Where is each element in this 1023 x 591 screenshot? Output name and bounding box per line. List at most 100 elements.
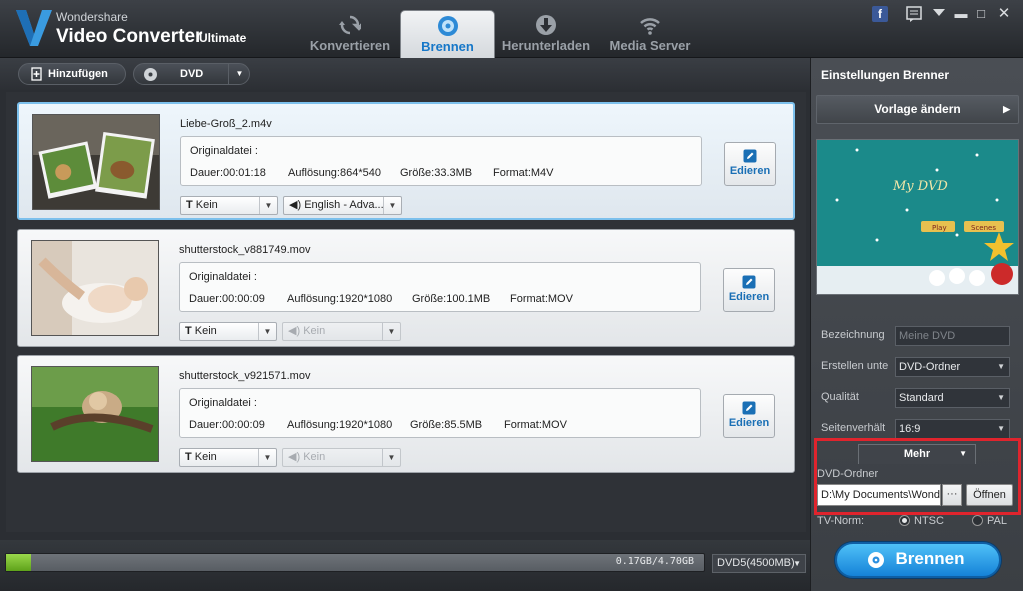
brand-product: Video Converter — [56, 26, 203, 47]
open-folder-label: Öffnen — [973, 489, 1006, 501]
burn-button[interactable]: Brennen — [835, 542, 1001, 578]
original-file-label: Originaldatei : — [190, 145, 258, 157]
maximize-icon[interactable]: □ — [970, 4, 992, 24]
audio-value: English - Adva... — [304, 199, 384, 211]
audio-dropdown: ◀) Kein ▼ — [282, 322, 401, 341]
dvd-folder-path-value: D:\My Documents\Wonde — [821, 489, 941, 501]
facebook-icon[interactable]: f — [872, 6, 888, 22]
video-thumbnail[interactable] — [31, 366, 159, 462]
duration-value: Dauer:00:00:09 — [189, 419, 265, 431]
list-item[interactable]: shutterstock_v881749.mov Originaldatei :… — [17, 229, 795, 347]
disc-usage-fill — [6, 554, 32, 571]
size-value: Größe:85.5MB — [410, 419, 483, 431]
feedback-icon[interactable] — [906, 6, 922, 22]
disc-type-label: DVD — [180, 68, 204, 80]
resolution-value: Auflösung:864*540 — [288, 167, 381, 179]
chevron-right-icon: ▶ — [1003, 104, 1010, 114]
edit-button[interactable]: Edieren — [724, 142, 776, 186]
format-value: Format:MOV — [510, 293, 573, 305]
disc-name-placeholder: Meine DVD — [899, 330, 956, 342]
menu-icon[interactable] — [932, 8, 946, 20]
resolution-value: Auflösung:1920*1080 — [287, 293, 393, 305]
more-options-toggle[interactable]: Mehr ▼ — [858, 444, 976, 464]
disc-icon — [437, 16, 458, 36]
dvd-folder-label: DVD-Ordner — [817, 468, 879, 480]
edit-icon — [742, 401, 756, 415]
chevron-down-icon: ▼ — [997, 362, 1005, 371]
brand-edition: Ultimate — [199, 31, 247, 45]
tab-label: Herunterladen — [501, 38, 591, 53]
subtitle-dropdown[interactable]: T Kein ▼ — [180, 196, 278, 215]
quality-dropdown[interactable]: Standard ▼ — [895, 388, 1010, 408]
chevron-down-icon: ▼ — [383, 197, 401, 214]
pal-radio[interactable] — [972, 515, 983, 526]
format-value: Format:M4V — [493, 167, 554, 179]
preview-play-label: Play — [932, 224, 947, 232]
tab-brennen[interactable]: Brennen — [400, 10, 495, 58]
close-icon[interactable]: ✕ — [993, 4, 1015, 24]
disc-name-input[interactable]: Meine DVD — [895, 326, 1010, 346]
disc-type-dropdown[interactable]: DVD ▼ — [133, 63, 250, 85]
minimize-icon[interactable]: ▬ — [950, 4, 972, 24]
duration-value: Dauer:00:01:18 — [190, 167, 266, 179]
output-type-value: DVD-Ordner — [899, 361, 961, 373]
browse-button[interactable]: ··· — [942, 484, 962, 506]
file-name: shutterstock_v921571.mov — [179, 370, 311, 382]
add-files-button[interactable]: Hinzufügen — [18, 63, 126, 85]
chevron-down-icon: ▼ — [959, 449, 967, 458]
edit-button[interactable]: Edieren — [723, 394, 775, 438]
aspect-ratio-value: 16:9 — [899, 423, 921, 435]
list-item[interactable]: Liebe-Groß_2.m4v Originaldatei : Dauer:0… — [17, 102, 795, 220]
speaker-icon: ◀) — [288, 451, 304, 463]
chevron-down-icon: ▼ — [258, 449, 276, 466]
aspect-ratio-label: Seitenverhält — [821, 422, 886, 434]
chevron-down-icon: ▼ — [382, 323, 400, 340]
list-item[interactable]: shutterstock_v921571.mov Originaldatei :… — [17, 355, 795, 473]
status-bar: 0.17GB/4.70GB DVD5(4500MB) ▼ — [0, 540, 810, 591]
burn-label: Brennen — [895, 549, 965, 568]
browse-label: ··· — [946, 488, 958, 500]
original-file-label: Originaldatei : — [189, 271, 257, 283]
dvd-folder-path-input[interactable]: D:\My Documents\Wonde — [817, 484, 941, 506]
subtitle-value: Kein — [194, 451, 217, 463]
audio-dropdown[interactable]: ◀) English - Adva... ▼ — [283, 196, 402, 215]
aspect-ratio-dropdown[interactable]: 16:9 ▼ — [895, 419, 1010, 439]
disc-capacity-value: DVD5(4500MB) — [717, 557, 795, 569]
audio-value: Kein — [303, 325, 326, 337]
tab-konvertieren[interactable]: Konvertieren — [303, 10, 397, 58]
file-info-box: Originaldatei : Dauer:00:00:09 Auflösung… — [179, 388, 701, 438]
edit-label: Edieren — [728, 417, 770, 429]
open-folder-button[interactable]: Öffnen — [966, 484, 1013, 506]
title-bar: Wondershare Video Converter Ultimate Kon… — [0, 0, 1023, 58]
audio-dropdown: ◀) Kein ▼ — [282, 448, 401, 467]
chevron-down-icon: ▼ — [997, 393, 1005, 402]
chevron-down-icon: ▼ — [258, 323, 276, 340]
file-info-box: Originaldatei : Dauer:00:00:09 Auflösung… — [179, 262, 701, 312]
more-label: Mehr — [903, 448, 931, 460]
disc-capacity-dropdown[interactable]: DVD5(4500MB) ▼ — [712, 554, 806, 573]
subtitle-dropdown[interactable]: T Kein ▼ — [179, 448, 277, 467]
size-value: Größe:33.3MB — [400, 167, 473, 179]
resolution-value: Auflösung:1920*1080 — [287, 419, 393, 431]
menu-template-preview[interactable]: My DVD Play Scenes — [816, 139, 1019, 295]
change-template-label: Vorlage ändern — [874, 102, 961, 116]
download-icon — [536, 15, 556, 35]
audio-value: Kein — [303, 451, 326, 463]
tab-herunterladen[interactable]: Herunterladen — [497, 10, 595, 58]
tv-standard-label: TV-Norm: — [817, 515, 865, 527]
video-thumbnail[interactable] — [32, 114, 160, 210]
preview-title: My DVD — [892, 179, 948, 194]
subtitle-dropdown[interactable]: T Kein ▼ — [179, 322, 277, 341]
dvd-disc-icon — [144, 68, 157, 81]
ntsc-radio[interactable] — [899, 515, 910, 526]
pal-label: PAL — [987, 515, 1007, 527]
change-template-button[interactable]: Vorlage ändern ▶ — [816, 95, 1019, 124]
ntsc-label: NTSC — [914, 515, 944, 527]
edit-button[interactable]: Edieren — [723, 268, 775, 312]
file-name: shutterstock_v881749.mov — [179, 244, 311, 256]
refresh-icon — [339, 15, 361, 35]
speaker-icon: ◀) — [289, 199, 305, 211]
tab-media-server[interactable]: Media Server — [600, 10, 700, 58]
output-type-dropdown[interactable]: DVD-Ordner ▼ — [895, 357, 1010, 377]
video-thumbnail[interactable] — [31, 240, 159, 336]
